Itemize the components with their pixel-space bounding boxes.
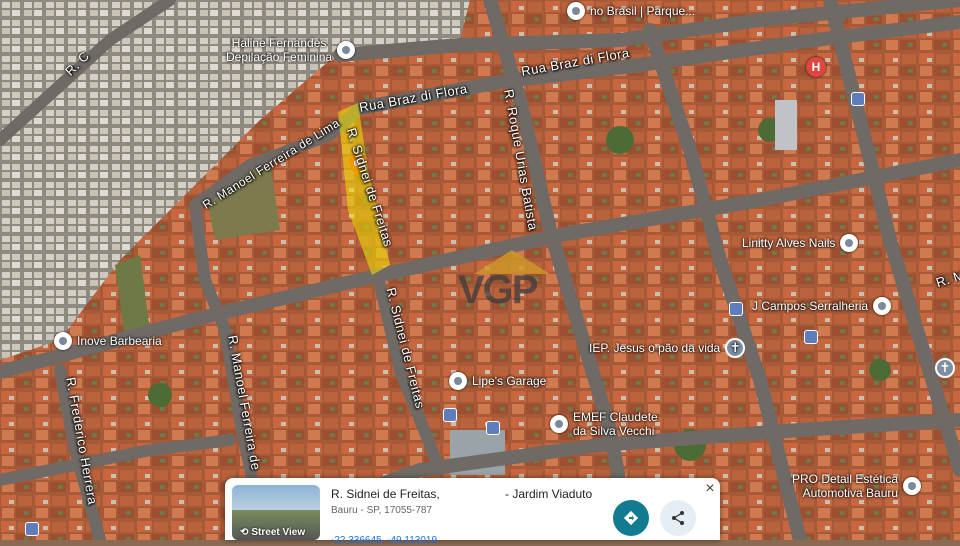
directions-button[interactable] — [613, 500, 649, 536]
bus-stop-icon[interactable] — [804, 330, 818, 344]
bus-stop-icon[interactable] — [729, 302, 743, 316]
poi-label: Inove Barbearia — [77, 334, 162, 348]
poi-haline[interactable]: Haline Fernandes Depilação Feminina — [226, 36, 356, 64]
poi-label: no Brasil | Parque... — [590, 4, 696, 18]
poi-label: EMEF Claudete — [573, 410, 658, 424]
poi-pin-icon — [449, 372, 467, 390]
close-button[interactable]: × — [701, 480, 719, 498]
place-coordinates[interactable]: -22.336645, -49.113019 — [331, 535, 437, 546]
hospital-icon[interactable]: H — [806, 57, 826, 77]
watermark-logo: VGP — [458, 268, 538, 312]
poi-emef[interactable]: EMEF Claudete da Silva Vecchi — [550, 410, 658, 438]
poi-pin-icon — [903, 477, 922, 495]
place-title: R. Sidnei de Freitas, — [331, 487, 440, 501]
poi-pin-icon — [567, 2, 585, 20]
poi-linitty[interactable]: Linitty Alves Nails — [742, 234, 859, 252]
share-icon — [672, 511, 684, 525]
place-info-card: ⟲ Street View R. Sidnei de Freitas, - Ja… — [225, 478, 720, 546]
street-view-label: Street View — [251, 527, 306, 538]
poi-pin-icon — [840, 234, 859, 252]
poi-jcampos[interactable]: J Campos Serralheria — [752, 297, 892, 315]
street-view-link[interactable]: ⟲ Street View — [240, 527, 305, 538]
place-address: Bauru - SP, 17055-787 — [331, 505, 433, 516]
school-icon — [550, 415, 568, 433]
poi-label: Automotiva Bauru — [802, 486, 899, 500]
poi-label: Haline Fernandes — [231, 36, 327, 50]
poi-label: Depilação Feminina — [226, 50, 333, 64]
poi-iep[interactable]: IEP. Jesus o pão da vida ✝ — [589, 338, 746, 358]
poi-label: PRO Detail Estética — [792, 472, 899, 486]
poi-pro-detail[interactable]: PRO Detail Estética Automotiva Bauru — [792, 472, 922, 500]
street-view-icon: ⟲ — [240, 527, 249, 538]
poi-label: IEP. Jesus o pão da vida — [589, 341, 721, 355]
poi-pin-icon — [54, 332, 72, 350]
bus-stop-icon[interactable] — [851, 92, 865, 106]
share-button[interactable] — [660, 500, 696, 536]
poi-lipes[interactable]: Lipe's Garage — [449, 372, 546, 390]
place-neighborhood: - Jardim Viaduto — [505, 487, 593, 501]
poi-inove[interactable]: Inove Barbearia — [54, 332, 162, 350]
poi-label: J Campos Serralheria — [752, 299, 869, 313]
poi-pin-icon — [337, 41, 356, 59]
bus-stop-icon[interactable] — [25, 522, 39, 536]
directions-icon — [623, 510, 639, 526]
poi-label: da Silva Vecchi — [573, 424, 655, 438]
poi-top-cut[interactable]: no Brasil | Parque... — [567, 2, 695, 20]
poi-pin-icon — [873, 297, 892, 315]
street-view-thumbnail[interactable]: ⟲ Street View — [232, 485, 320, 540]
bus-stop-icon[interactable] — [486, 421, 500, 435]
bus-stop-icon[interactable] — [443, 408, 457, 422]
poi-label: Linitty Alves Nails — [742, 236, 836, 250]
church-cross-icon: ✝ — [725, 338, 746, 358]
poi-label: Lipe's Garage — [472, 374, 547, 388]
church-cross-icon[interactable]: ✝ — [935, 358, 955, 378]
